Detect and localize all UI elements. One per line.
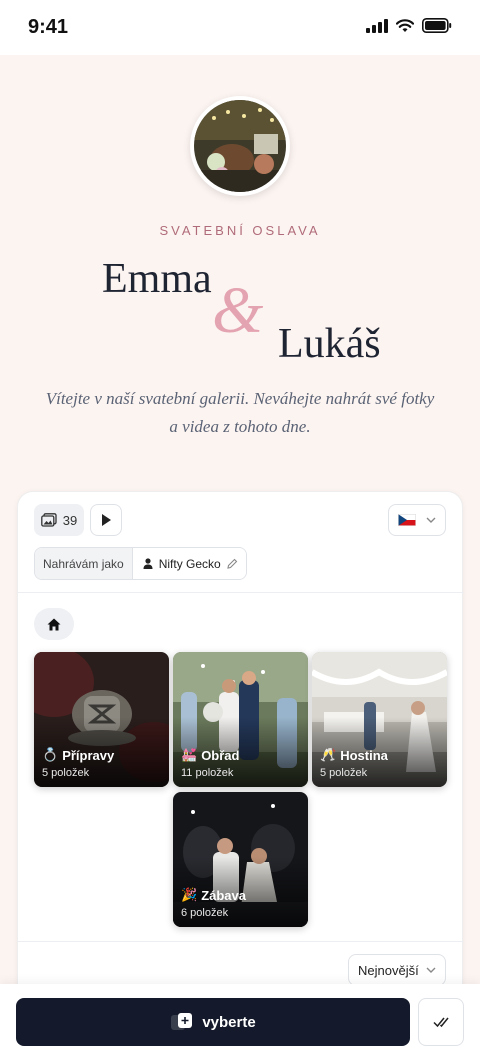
- uploader-identity[interactable]: Nahrávám jako Nifty Gecko: [34, 547, 247, 580]
- album-zabava[interactable]: 🎉 Zábava 6 položek: [173, 792, 308, 927]
- home-breadcrumb-button[interactable]: [34, 608, 74, 640]
- album-title: 💒 Obřad: [181, 747, 240, 763]
- album-count: 5 položek: [42, 767, 90, 779]
- chapel-icon: 💒: [181, 747, 198, 762]
- media-count: 39: [62, 512, 78, 528]
- cheers-icon: 🥂: [320, 747, 337, 762]
- ampersand: &: [212, 274, 264, 347]
- welcome-text: Vítejte v naší svatební galerii. Neváhej…: [45, 389, 435, 436]
- album-title: 🎉 Zábava: [181, 887, 246, 903]
- party-icon: 🎉: [181, 887, 198, 902]
- user-icon: [143, 558, 153, 569]
- status-bar: 9:41: [0, 0, 480, 55]
- add-media-icon: [171, 1013, 193, 1030]
- album-hostina[interactable]: 🥂 Hostina 5 položek: [312, 652, 447, 787]
- cz-flag-icon: [398, 514, 416, 526]
- home-icon: [47, 618, 61, 630]
- chevron-down-icon: [426, 967, 436, 973]
- wifi-icon: [396, 18, 414, 32]
- pick-files-label: vyberte: [202, 1013, 256, 1031]
- album-pripravy[interactable]: 💍 Přípravy 5 položek: [34, 652, 169, 787]
- chevron-down-icon: [426, 517, 436, 523]
- album-title: 💍 Přípravy: [42, 747, 115, 763]
- album-count: 11 položek: [181, 767, 234, 779]
- battery-icon: [422, 18, 452, 33]
- double-check-icon: [433, 1017, 449, 1028]
- couple-name-first: Emma: [102, 256, 212, 302]
- status-time: 9:41: [28, 16, 69, 38]
- media-count-chip[interactable]: 39: [34, 504, 84, 536]
- select-mode-button[interactable]: [418, 998, 464, 1046]
- couple-name-second: Lukáš: [278, 321, 381, 367]
- bottom-action-bar: vyberte: [0, 984, 480, 1058]
- signal-icon: [366, 18, 388, 33]
- pencil-icon[interactable]: [227, 558, 238, 569]
- sort-select[interactable]: Nejnovější: [348, 954, 446, 986]
- status-icons: [366, 18, 452, 33]
- uploader-name: Nifty Gecko: [158, 556, 221, 571]
- divider: [18, 941, 464, 942]
- album-count: 6 položek: [181, 907, 229, 919]
- uploader-name-field[interactable]: Nifty Gecko: [132, 548, 246, 579]
- uploader-label: Nahrávám jako: [35, 548, 133, 579]
- hero-section: SVATEBNÍ OSLAVA Emma & Lukáš Vítejte v n…: [0, 55, 480, 495]
- pick-files-button[interactable]: vyberte: [16, 998, 410, 1046]
- gallery-card: 39 Nahrávám jako Nifty Gecko 💍 Přípravy …: [17, 491, 464, 1058]
- ring-icon: 💍: [42, 747, 59, 762]
- play-icon: [102, 514, 111, 526]
- album-title: 🥂 Hostina: [320, 747, 388, 763]
- language-select[interactable]: [388, 504, 446, 536]
- slideshow-button[interactable]: [90, 504, 122, 536]
- album-obrad[interactable]: 💒 Obřad 11 položek: [173, 652, 308, 787]
- photos-icon: [40, 513, 57, 527]
- couple-avatar: [190, 96, 290, 196]
- divider: [18, 592, 464, 593]
- sort-selected: Nejnovější: [358, 962, 419, 978]
- album-count: 5 položek: [320, 767, 368, 779]
- event-eyebrow: SVATEBNÍ OSLAVA: [159, 223, 321, 238]
